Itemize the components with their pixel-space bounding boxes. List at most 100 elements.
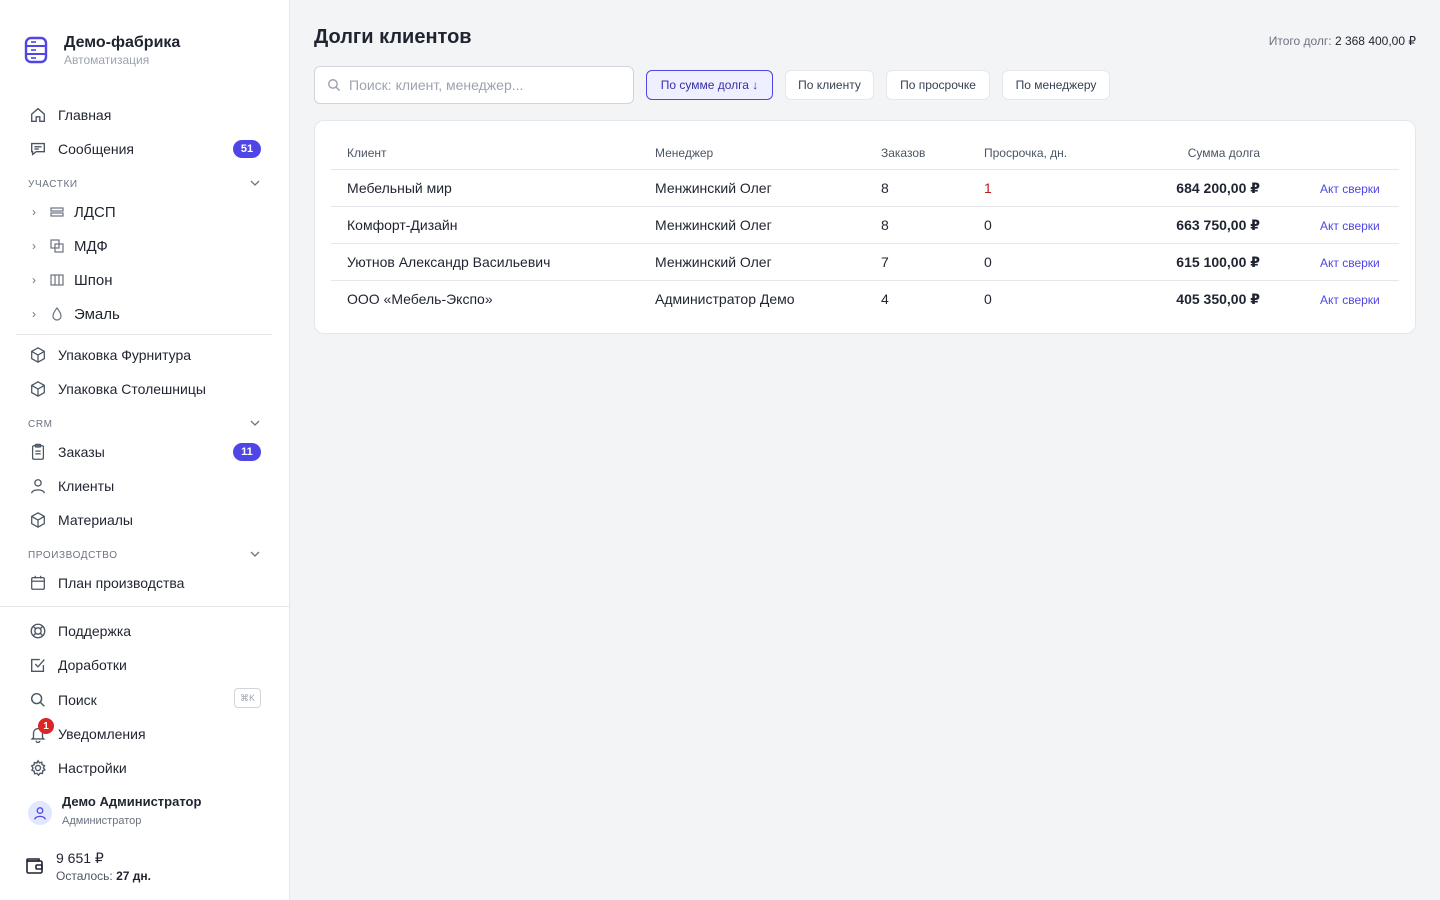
nav-part-enamel[interactable]: › Эмаль (28, 302, 262, 326)
cell-orders: 8 (881, 217, 889, 233)
section-production-title: ПРОИЗВОДСТВО (28, 550, 118, 561)
drop-icon (48, 305, 66, 323)
reconciliation-act-link[interactable]: Акт сверки (1320, 219, 1380, 233)
chat-icon (28, 139, 48, 159)
nav-part-label: Шпон (74, 271, 113, 289)
cell-amount: 405 350,00 ₽ (1176, 291, 1260, 307)
section-crm[interactable]: CRM (28, 419, 262, 430)
nav-settings-label: Настройки (58, 760, 127, 776)
chevron-right-icon: › (32, 307, 36, 321)
sort-by-overdue-button[interactable]: По просрочке (886, 70, 990, 100)
nav-notifications-label: Уведомления (58, 726, 146, 742)
section-parts[interactable]: УЧАСТКИ (28, 179, 262, 190)
cell-overdue: 0 (984, 217, 992, 233)
nav-materials[interactable]: Материалы (28, 508, 262, 532)
nav-part-veneer[interactable]: › Шпон (28, 268, 262, 292)
chevron-down-icon (250, 179, 260, 190)
user-name: Демо Администратор (62, 794, 202, 809)
cell-manager: Менжинский Олег (655, 254, 772, 270)
nav-part-label: ЛДСП (74, 203, 116, 221)
cell-amount: 615 100,00 ₽ (1176, 254, 1260, 270)
nav-clients[interactable]: Клиенты (28, 474, 262, 498)
page-title: Долги клиентов (314, 26, 472, 48)
nav-part-ldsp[interactable]: › ЛДСП (28, 200, 262, 224)
box-icon (28, 379, 48, 399)
chevron-right-icon: › (32, 205, 36, 219)
nav-improvements-label: Доработки (58, 657, 127, 673)
cell-manager: Администратор Демо (655, 291, 795, 307)
home-icon (28, 105, 48, 125)
brand-subtitle: Автоматизация (64, 53, 150, 67)
nav-orders[interactable]: Заказы 11 (28, 440, 262, 464)
nav-packaging-hardware[interactable]: Упаковка Фурнитура (28, 343, 262, 367)
user-profile[interactable]: Демо Администратор Администратор (28, 794, 201, 832)
cell-amount: 684 200,00 ₽ (1176, 180, 1260, 196)
reconciliation-act-link[interactable]: Акт сверки (1320, 293, 1380, 307)
column-header-manager: Менеджер (655, 146, 714, 160)
gear-icon (28, 758, 48, 778)
nav-home[interactable]: Главная (28, 103, 262, 127)
cell-client: Уютнов Александр Васильевич (347, 254, 551, 270)
layers-icon (48, 203, 66, 221)
cell-orders: 8 (881, 180, 889, 196)
search-icon (328, 79, 341, 92)
nav-production-plan[interactable]: План производства (28, 571, 262, 595)
search-input[interactable] (349, 77, 619, 93)
nav-packaging-label: Упаковка Фурнитура (58, 347, 192, 363)
nav-part-label: МДФ (74, 237, 108, 255)
sort-by-amount-button[interactable]: По сумме долга ↓ (646, 70, 773, 100)
total-debt: Итого долг: 2 368 400,00 ₽ (1269, 34, 1416, 48)
grid-icon (48, 271, 66, 289)
user-icon (28, 476, 48, 496)
cell-client: Комфорт-Дизайн (347, 217, 458, 233)
balance-remaining: Осталось: 27 дн. (56, 866, 151, 886)
sidebar: Демо-фабрика Автоматизация Главная Сообщ… (0, 0, 290, 900)
cell-manager: Менжинский Олег (655, 180, 772, 196)
table-row: Мебельный мир Менжинский Олег 8 1 684 20… (331, 169, 1399, 206)
chevron-right-icon: › (32, 273, 36, 287)
clipboard-icon (28, 442, 48, 462)
section-parts-title: УЧАСТКИ (28, 179, 78, 190)
search-icon (28, 690, 48, 710)
total-debt-label: Итого долг: (1268, 34, 1332, 48)
nav-search-label: Поиск (58, 692, 97, 708)
search-box[interactable] (314, 66, 634, 104)
nav-part-mdf[interactable]: › МДФ (28, 234, 262, 258)
nav-search[interactable]: Поиск ⌘K (28, 688, 262, 712)
column-header-client: Клиент (347, 146, 387, 160)
chevron-down-icon (250, 550, 260, 561)
table-row: Комфорт-Дизайн Менжинский Олег 8 0 663 7… (331, 206, 1399, 243)
user-role: Администратор (62, 815, 142, 827)
section-production[interactable]: ПРОИЗВОДСТВО (28, 550, 262, 561)
balance-amount: 9 651 ₽ (56, 850, 104, 866)
sort-by-manager-button[interactable]: По менеджеру (1002, 70, 1110, 100)
cell-orders: 7 (881, 254, 889, 270)
nav-improvements[interactable]: Доработки (28, 653, 262, 677)
balance-remaining-label: Осталось: (56, 869, 113, 883)
divider (16, 334, 272, 335)
nav-settings[interactable]: Настройки (28, 756, 262, 780)
nav-messages[interactable]: Сообщения 51 (28, 137, 262, 161)
server-logo-icon (24, 36, 48, 64)
balance[interactable]: 9 651 ₽ Осталось: 27 дн. (24, 850, 151, 886)
nav-notifications[interactable]: 1 Уведомления (28, 718, 262, 746)
sort-by-client-button[interactable]: По клиенту (785, 70, 874, 100)
brand[interactable]: Демо-фабрика Автоматизация (24, 34, 180, 68)
section-crm-title: CRM (28, 419, 53, 430)
nav-support[interactable]: Поддержка (28, 619, 262, 643)
calendar-icon (28, 573, 48, 593)
cell-client: Мебельный мир (347, 180, 452, 196)
nav-orders-label: Заказы (58, 444, 105, 460)
cell-orders: 4 (881, 291, 889, 307)
cell-manager: Менжинский Олег (655, 217, 772, 233)
messages-count-badge: 51 (233, 140, 261, 158)
reconciliation-act-link[interactable]: Акт сверки (1320, 256, 1380, 270)
avatar (28, 801, 52, 825)
divider (0, 606, 290, 607)
checkbox-icon (28, 655, 48, 675)
column-header-amount: Сумма долга (1187, 146, 1260, 160)
box-icon (28, 345, 48, 365)
nav-messages-label: Сообщения (58, 141, 134, 157)
reconciliation-act-link[interactable]: Акт сверки (1320, 182, 1380, 196)
nav-packaging-countertops[interactable]: Упаковка Столешницы (28, 377, 262, 401)
